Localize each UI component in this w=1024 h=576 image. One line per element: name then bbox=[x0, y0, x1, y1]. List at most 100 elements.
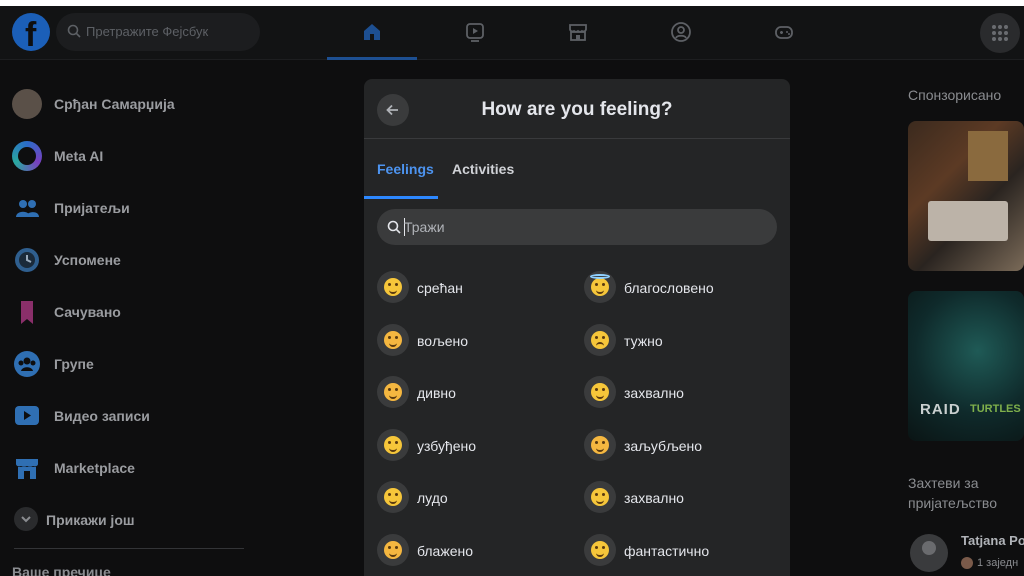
feeling-label: заљубљено bbox=[624, 438, 703, 454]
nav-video[interactable] bbox=[430, 6, 520, 60]
feeling-option[interactable]: благословено bbox=[584, 271, 784, 307]
halo-emoji-icon bbox=[591, 278, 609, 296]
feelings-search-input[interactable]: Тражи bbox=[377, 209, 777, 245]
wink-emoji-icon bbox=[384, 383, 402, 401]
meta-ai-icon bbox=[12, 141, 42, 171]
nav-home[interactable] bbox=[327, 6, 417, 60]
groups-icon bbox=[14, 351, 40, 377]
grin-emoji-icon bbox=[591, 541, 609, 559]
friend-request-avatar[interactable] bbox=[910, 534, 948, 572]
sidebar-item-label: Сачувано bbox=[54, 304, 121, 320]
sidebar-item-label: Meta AI bbox=[54, 148, 104, 164]
sponsored-heading: Спонзорисано bbox=[908, 87, 1002, 103]
feeling-option[interactable]: захвално bbox=[584, 481, 784, 517]
feeling-label: дивно bbox=[417, 385, 456, 401]
dialog-header: How are you feeling? bbox=[364, 79, 790, 139]
feeling-label: блажено bbox=[417, 543, 474, 559]
feeling-label: лудо bbox=[417, 490, 448, 506]
friend-request-mutual: 1 заједн bbox=[961, 557, 1018, 570]
feeling-label: вољено bbox=[417, 333, 469, 349]
sidebar-item-groups[interactable]: Групе bbox=[12, 345, 252, 385]
chevron-down-icon bbox=[14, 507, 38, 531]
memories-icon bbox=[15, 248, 39, 272]
friend-requests-heading: Захтеви за пријатељство bbox=[908, 475, 997, 511]
active-tab-indicator bbox=[364, 196, 438, 199]
feeling-label: захвално bbox=[624, 490, 684, 506]
sidebar-item-label: Видео записи bbox=[54, 408, 150, 424]
sidebar-item-memories[interactable]: Успомене bbox=[12, 241, 252, 281]
search-icon bbox=[67, 24, 81, 38]
ad-subtitle: TURTLES bbox=[970, 403, 1021, 415]
right-column: Спонзорисано RAID TURTLES Захтеви за при… bbox=[900, 61, 1024, 576]
blush-emoji-icon bbox=[384, 541, 402, 559]
sidebar-item-meta-ai[interactable]: Meta AI bbox=[12, 137, 252, 177]
feeling-label: благословено bbox=[624, 280, 714, 296]
groups-icon bbox=[671, 22, 691, 42]
feeling-option[interactable]: блажено bbox=[377, 534, 577, 570]
wink-heart-emoji-icon bbox=[384, 331, 402, 349]
sponsored-ad-hotel-image[interactable] bbox=[908, 121, 1024, 271]
menu-button[interactable] bbox=[980, 13, 1020, 53]
marketplace-icon bbox=[16, 459, 38, 479]
nav-gaming[interactable] bbox=[739, 6, 829, 60]
top-navigation-bar: f Претражите Фејсбук bbox=[0, 6, 1024, 60]
feeling-option[interactable]: вољено bbox=[377, 324, 577, 360]
show-more-button[interactable]: Прикажи још bbox=[12, 501, 252, 541]
tab-activities[interactable]: Activities bbox=[452, 161, 514, 177]
feeling-option[interactable]: заљубљено bbox=[584, 429, 784, 465]
sidebar-item-video[interactable]: Видео записи bbox=[12, 397, 252, 437]
saved-icon bbox=[21, 301, 33, 324]
facebook-search-input[interactable]: Претражите Фејсбук bbox=[56, 13, 260, 51]
search-icon bbox=[387, 220, 401, 234]
sidebar-item-label: Успомене bbox=[54, 252, 121, 268]
feeling-label: захвално bbox=[624, 385, 684, 401]
sidebar-item-label: Marketplace bbox=[54, 460, 135, 476]
feeling-activity-dialog: How are you feeling? Feelings Activities… bbox=[364, 79, 790, 576]
sidebar-item-label: Групе bbox=[54, 356, 94, 372]
sidebar-item-marketplace[interactable]: Marketplace bbox=[12, 449, 252, 489]
sidebar-item-label: Пријатељи bbox=[54, 200, 130, 216]
left-sidebar: Срђан Самарџија Meta AI Пријатељи Успоме… bbox=[0, 61, 255, 576]
video-icon bbox=[466, 23, 484, 42]
feeling-option[interactable]: тужно bbox=[584, 324, 784, 360]
surprised-emoji-icon bbox=[591, 488, 609, 506]
sponsored-ad-game-image[interactable]: RAID TURTLES bbox=[908, 291, 1024, 441]
feeling-label: срећан bbox=[417, 280, 463, 296]
feeling-option[interactable]: лудо bbox=[377, 481, 577, 517]
feeling-label: тужно bbox=[624, 333, 663, 349]
feeling-label: фантастично bbox=[624, 543, 710, 559]
nav-marketplace[interactable] bbox=[533, 6, 623, 60]
wink-heart-emoji-icon bbox=[591, 436, 609, 454]
sidebar-item-label: Срђан Самарџија bbox=[54, 96, 175, 112]
friend-request-name[interactable]: Tatjana Po bbox=[961, 533, 1024, 548]
sidebar-divider bbox=[14, 548, 244, 549]
feeling-option[interactable]: срећан bbox=[377, 271, 577, 307]
tab-feelings[interactable]: Feelings bbox=[377, 161, 434, 177]
dialog-title: How are you feeling? bbox=[481, 99, 673, 120]
feeling-option[interactable]: захвално bbox=[584, 376, 784, 412]
sidebar-item-friends[interactable]: Пријатељи bbox=[12, 189, 252, 229]
feeling-option[interactable]: фантастично bbox=[584, 534, 784, 570]
ad-title: RAID bbox=[920, 401, 961, 418]
show-more-label: Прикажи још bbox=[46, 512, 135, 528]
smile-emoji-icon bbox=[384, 278, 402, 296]
gaming-icon bbox=[775, 26, 793, 39]
sidebar-item-saved[interactable]: Сачувано bbox=[12, 293, 252, 333]
video-icon bbox=[15, 406, 39, 425]
feeling-option[interactable]: дивно bbox=[377, 376, 577, 412]
feeling-option[interactable]: узбуђено bbox=[377, 429, 577, 465]
sidebar-item-profile[interactable]: Срђан Самарџија bbox=[12, 85, 252, 125]
grid-menu-icon bbox=[992, 25, 1008, 41]
search-placeholder: Тражи bbox=[404, 219, 445, 235]
sad-emoji-icon bbox=[591, 331, 609, 349]
search-placeholder: Претражите Фејсбук bbox=[86, 24, 209, 39]
shortcuts-heading: Ваше пречице bbox=[12, 564, 111, 576]
grin-emoji-icon bbox=[384, 436, 402, 454]
tongue-emoji-icon bbox=[384, 488, 402, 506]
facebook-logo[interactable]: f bbox=[12, 13, 50, 54]
smile-emoji-icon bbox=[591, 383, 609, 401]
friends-icon bbox=[16, 200, 39, 217]
nav-groups[interactable] bbox=[636, 6, 726, 60]
mutual-friend-avatar bbox=[961, 557, 973, 570]
marketplace-icon bbox=[569, 24, 587, 41]
